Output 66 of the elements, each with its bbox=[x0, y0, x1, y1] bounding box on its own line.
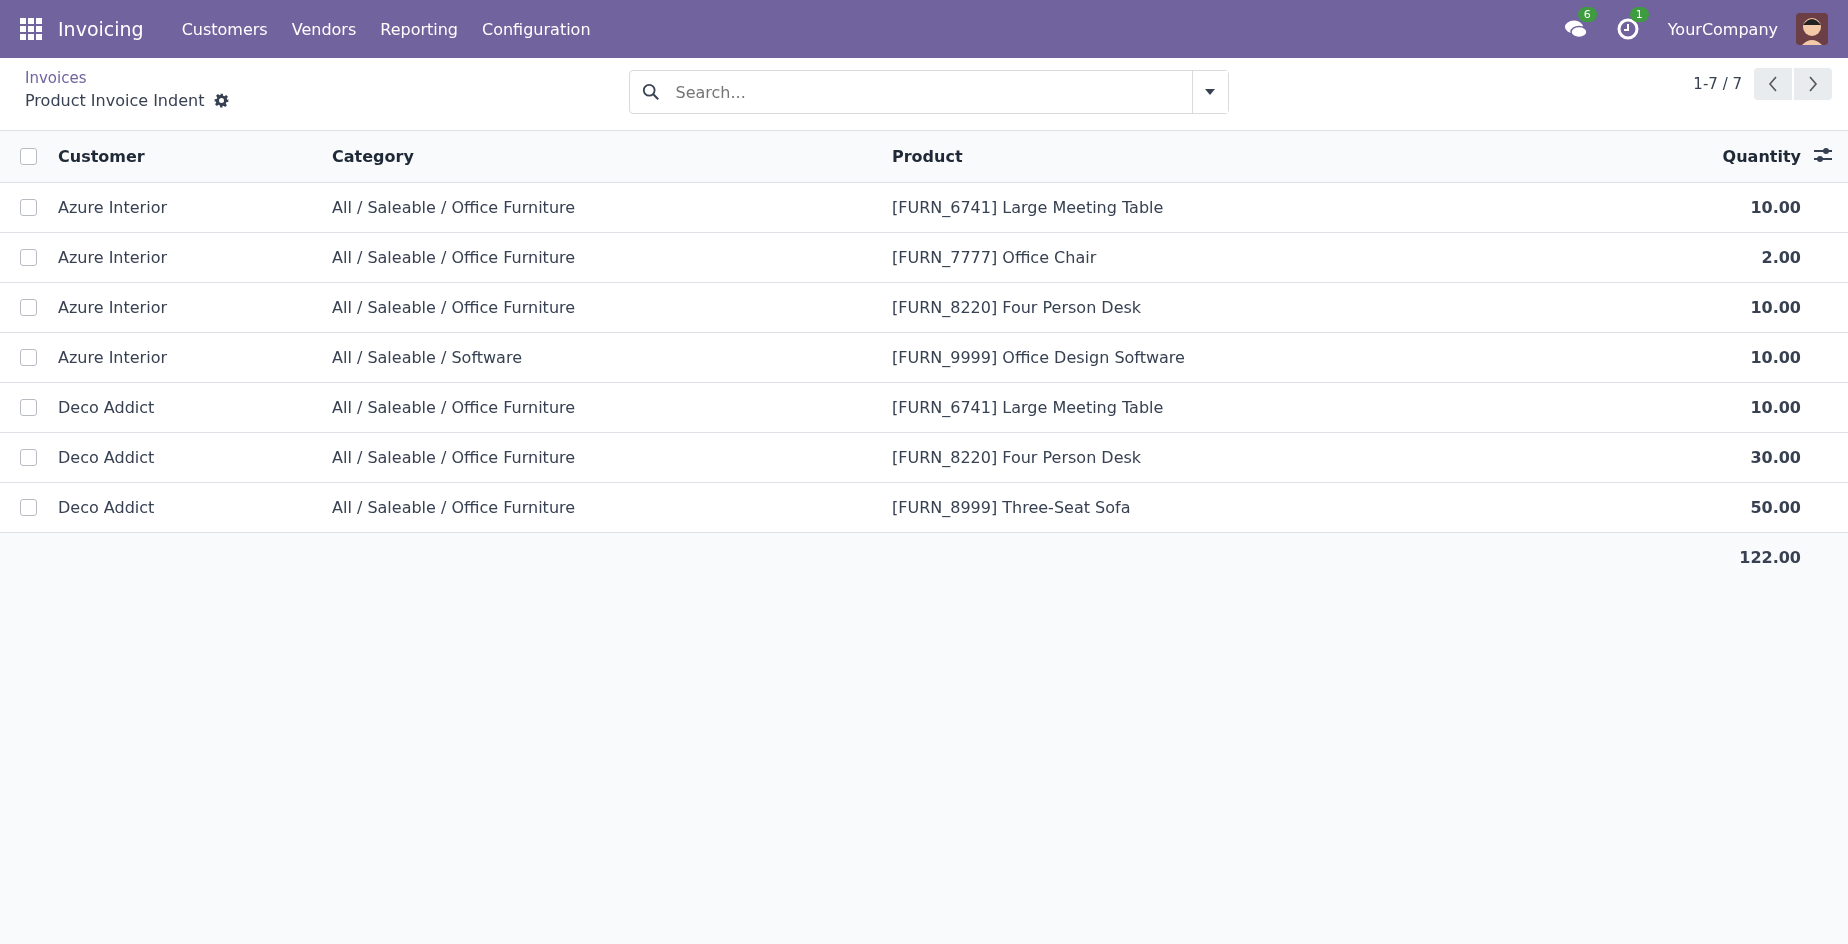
table-cell: All / Saleable / Office Furniture bbox=[331, 182, 891, 233]
column-header[interactable]: Customer bbox=[57, 131, 331, 183]
page-title: Product Invoice Indent bbox=[25, 91, 205, 110]
row-checkbox[interactable] bbox=[20, 199, 37, 216]
table-cell: [FURN_6741] Large Meeting Table bbox=[891, 382, 1651, 433]
optional-columns-icon[interactable] bbox=[1814, 146, 1832, 163]
row-checkbox[interactable] bbox=[20, 399, 37, 416]
caret-icon bbox=[1204, 88, 1216, 96]
menu-item[interactable]: Vendors bbox=[279, 19, 369, 39]
table-cell: [FURN_8999] Three-Seat Sofa bbox=[891, 482, 1651, 533]
table-cell: Azure Interior bbox=[57, 232, 331, 283]
column-header[interactable]: Category bbox=[331, 131, 891, 183]
row-checkbox[interactable] bbox=[20, 449, 37, 466]
row-checkbox[interactable] bbox=[20, 299, 37, 316]
row-checkbox[interactable] bbox=[20, 349, 37, 366]
table-cell: All / Saleable / Office Furniture bbox=[331, 282, 891, 333]
table-cell: [FURN_7777] Office Chair bbox=[891, 232, 1651, 283]
table-cell: Azure Interior bbox=[57, 182, 331, 233]
search-options-dropdown[interactable] bbox=[1191, 71, 1228, 113]
row-checkbox[interactable] bbox=[20, 499, 37, 516]
app-name[interactable]: Invoicing bbox=[58, 18, 144, 40]
activities-count-badge: 1 bbox=[1629, 7, 1649, 22]
table-cell: Azure Interior bbox=[57, 332, 331, 383]
table-cell: Deco Addict bbox=[57, 482, 331, 533]
messages-count-badge: 6 bbox=[1577, 7, 1597, 22]
next-page-button[interactable] bbox=[1794, 68, 1832, 100]
settings-icon[interactable] bbox=[214, 93, 230, 108]
table-cell: 10.00 bbox=[1651, 282, 1801, 333]
breadcrumb-link[interactable]: Invoices bbox=[25, 69, 87, 87]
table-cell: 30.00 bbox=[1651, 432, 1801, 483]
search-icon bbox=[641, 83, 660, 101]
column-header[interactable]: Quantity bbox=[1651, 131, 1801, 183]
table-cell: All / Saleable / Office Furniture bbox=[331, 482, 891, 533]
table-cell: 50.00 bbox=[1651, 482, 1801, 533]
total-quantity: 122.00 bbox=[1651, 532, 1801, 582]
table-cell: 10.00 bbox=[1651, 382, 1801, 433]
table-cell: Azure Interior bbox=[57, 282, 331, 333]
table-cell: All / Saleable / Software bbox=[331, 332, 891, 383]
apps-grid-icon[interactable] bbox=[20, 18, 42, 40]
table-cell: 2.00 bbox=[1651, 232, 1801, 283]
menu-item[interactable]: Configuration bbox=[470, 19, 603, 39]
pager-value[interactable]: 1-7 / 7 bbox=[1693, 75, 1742, 93]
table-cell: Deco Addict bbox=[57, 382, 331, 433]
table-cell: [FURN_9999] Office Design Software bbox=[891, 332, 1651, 383]
chevron-right-icon bbox=[1808, 76, 1818, 92]
table-cell: [FURN_8220] Four Person Desk bbox=[891, 432, 1651, 483]
table-cell: All / Saleable / Office Furniture bbox=[331, 232, 891, 283]
table-cell: All / Saleable / Office Furniture bbox=[331, 382, 891, 433]
company-name[interactable]: YourCompany bbox=[1667, 19, 1778, 39]
clock-icon[interactable] bbox=[1615, 17, 1640, 41]
menu-item[interactable]: Customers bbox=[169, 19, 280, 39]
table-cell: 10.00 bbox=[1651, 332, 1801, 383]
column-header[interactable]: Product bbox=[891, 131, 1651, 183]
table-cell: All / Saleable / Office Furniture bbox=[331, 432, 891, 483]
table-cell: [FURN_6741] Large Meeting Table bbox=[891, 182, 1651, 233]
table-cell: 10.00 bbox=[1651, 182, 1801, 233]
table-cell: [FURN_8220] Four Person Desk bbox=[891, 282, 1651, 333]
avatar-icon[interactable] bbox=[1796, 13, 1828, 45]
menu-item[interactable]: Reporting bbox=[368, 19, 470, 39]
previous-page-button[interactable] bbox=[1754, 68, 1792, 100]
chevron-left-icon bbox=[1768, 76, 1778, 92]
row-checkbox[interactable] bbox=[20, 249, 37, 266]
search-input[interactable]: Search... bbox=[673, 81, 1192, 103]
table-cell: Deco Addict bbox=[57, 432, 331, 483]
search-bar[interactable]: Search... bbox=[628, 70, 1229, 114]
select-all-checkbox[interactable] bbox=[20, 148, 37, 165]
